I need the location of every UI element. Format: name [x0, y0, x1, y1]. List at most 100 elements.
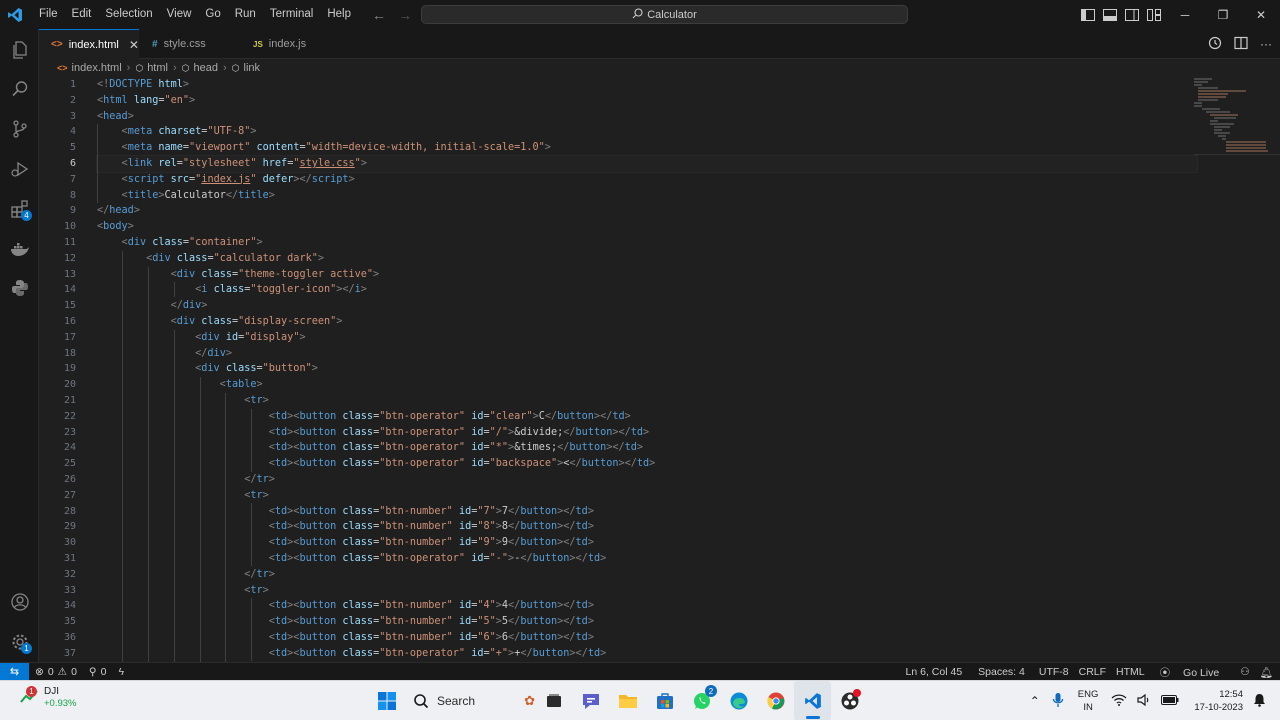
python-icon[interactable]: [0, 269, 39, 307]
go-live-button[interactable]: ⦿ Go Live: [1150, 665, 1230, 680]
search-view-icon[interactable]: [0, 70, 39, 108]
code-line[interactable]: <td><button class="btn-number" id="8">8<…: [97, 519, 1197, 535]
code-line[interactable]: <table>: [97, 377, 1197, 393]
code-line[interactable]: <tr>: [97, 393, 1197, 409]
volume-icon[interactable]: [1137, 693, 1151, 709]
copilot-icon[interactable]: ⚇: [1235, 666, 1254, 678]
timeline-history-icon[interactable]: [1208, 36, 1222, 53]
toggle-secondary-sidebar-icon[interactable]: [1124, 8, 1140, 22]
code-line[interactable]: </tr>: [97, 567, 1197, 583]
stock-widget[interactable]: 1 DJI +0.93%: [20, 685, 77, 710]
end-of-line[interactable]: CRLF: [1074, 666, 1111, 678]
close-window-icon[interactable]: ✕: [1242, 0, 1280, 29]
taskbar-clock[interactable]: 12:54 17-10-2023: [1194, 688, 1243, 714]
ports-indicator[interactable]: ⚲ 0: [89, 666, 107, 678]
code-line[interactable]: <div class="container">: [97, 235, 1197, 251]
source-control-icon[interactable]: [0, 110, 39, 148]
edge-browser-icon[interactable]: [720, 681, 757, 720]
more-actions-icon[interactable]: ···: [1260, 37, 1272, 51]
notifications-bell-icon[interactable]: 🔔︎: [1255, 666, 1278, 679]
code-line[interactable]: <div class="calculator dark">: [97, 251, 1197, 267]
code-line[interactable]: <head>: [97, 109, 1197, 125]
code-line[interactable]: <td><button class="btn-number" id="4">4<…: [97, 598, 1197, 614]
obs-recorder-icon[interactable]: [831, 681, 868, 720]
extensions-icon[interactable]: 4: [0, 190, 39, 228]
whatsapp-icon[interactable]: 2: [683, 681, 720, 720]
menu-edit[interactable]: Edit: [65, 0, 99, 29]
close-tab-icon[interactable]: ✕: [129, 38, 139, 52]
cursor-position[interactable]: Ln 6, Col 45: [901, 666, 968, 678]
lightning-icon[interactable]: ϟ: [118, 666, 124, 678]
vscode-taskbar-icon[interactable]: [794, 681, 831, 720]
toggle-primary-sidebar-icon[interactable]: [1080, 8, 1096, 22]
code-line[interactable]: <td><button class="btn-number" id="7">7<…: [97, 504, 1197, 520]
file-explorer-icon[interactable]: [609, 681, 646, 720]
code-line[interactable]: </div>: [97, 346, 1197, 362]
code-line[interactable]: </head>: [97, 203, 1197, 219]
code-line[interactable]: <td><button class="btn-operator" id="bac…: [97, 456, 1197, 472]
run-debug-icon[interactable]: [0, 150, 39, 188]
code-line[interactable]: <td><button class="btn-operator" id="+">…: [97, 646, 1197, 662]
code-line[interactable]: <td><button class="btn-operator" id="-">…: [97, 551, 1197, 567]
tab-index-html[interactable]: <> index.html ✕: [39, 29, 139, 59]
forward-arrow-icon[interactable]: →: [398, 7, 412, 23]
explorer-icon[interactable]: [0, 31, 39, 69]
maximize-icon[interactable]: ❐: [1204, 0, 1242, 29]
menu-help[interactable]: Help: [320, 0, 358, 29]
windows-start-icon[interactable]: [368, 681, 405, 720]
code-line[interactable]: <meta name="viewport" content="width=dev…: [97, 140, 1197, 156]
accounts-icon[interactable]: [0, 583, 39, 621]
customize-layout-icon[interactable]: [1146, 8, 1162, 22]
code-line[interactable]: <!DOCTYPE html>: [97, 77, 1197, 93]
menu-view[interactable]: View: [160, 0, 199, 29]
code-line[interactable]: <td><button class="btn-operator" id="*">…: [97, 440, 1197, 456]
code-line[interactable]: <i class="toggler-icon"></i>: [97, 282, 1197, 298]
code-line[interactable]: <html lang="en">: [97, 93, 1197, 109]
encoding[interactable]: UTF-8: [1034, 666, 1074, 678]
code-editor[interactable]: 1 2 3 4 5 6 7 8 9 10 11 12 13 14 15 16 17 18 19 20 21 22 23 24 2…: [39, 77, 1280, 662]
code-line[interactable]: <body>: [97, 219, 1197, 235]
menu-file[interactable]: File: [32, 0, 65, 29]
code-line[interactable]: <tr>: [97, 583, 1197, 599]
code-line[interactable]: <td><button class="btn-operator" id="cle…: [97, 409, 1197, 425]
code-line[interactable]: <div class="button">: [97, 361, 1197, 377]
chrome-browser-icon[interactable]: [757, 681, 794, 720]
code-line[interactable]: <title>Calculator</title>: [97, 188, 1197, 204]
code-line[interactable]: <tr>: [97, 488, 1197, 504]
back-arrow-icon[interactable]: ←: [372, 7, 386, 23]
taskbar-search[interactable]: Search ✿: [405, 686, 535, 716]
remote-indicator-icon[interactable]: ⇆: [0, 662, 29, 681]
microsoft-store-icon[interactable]: [646, 681, 683, 720]
battery-icon[interactable]: [1161, 694, 1179, 708]
breadcrumb-html[interactable]: html: [147, 62, 168, 74]
code-line[interactable]: <div class="theme-toggler active">: [97, 267, 1197, 283]
code-line[interactable]: <td><button class="btn-number" id="5">5<…: [97, 614, 1197, 630]
chevron-up-icon[interactable]: ⌃: [1030, 694, 1040, 708]
code-line[interactable]: <link rel="stylesheet" href="style.css">: [96, 154, 1198, 173]
breadcrumb-file[interactable]: index.html: [72, 62, 122, 74]
split-editor-icon[interactable]: [1234, 36, 1248, 53]
tab-index-js[interactable]: JS index.js: [241, 29, 339, 59]
wifi-icon[interactable]: [1111, 693, 1127, 709]
indentation[interactable]: Spaces: 4: [973, 666, 1030, 678]
code-line[interactable]: </div>: [97, 298, 1197, 314]
minimap[interactable]: [1194, 77, 1280, 167]
menu-run[interactable]: Run: [228, 0, 263, 29]
code-line[interactable]: <div class="display-screen">: [97, 314, 1197, 330]
menu-terminal[interactable]: Terminal: [263, 0, 320, 29]
breadcrumb-link[interactable]: link: [244, 62, 261, 74]
problems-indicator[interactable]: ⊗ 0 ⚠ 0: [35, 666, 77, 678]
toggle-panel-icon[interactable]: [1102, 8, 1118, 22]
manage-gear-icon[interactable]: 1: [0, 623, 39, 661]
code-line[interactable]: <script src="index.js" defer></script>: [97, 172, 1197, 188]
code-line[interactable]: <div id="display">: [97, 330, 1197, 346]
language-indicator[interactable]: ENG IN: [1078, 688, 1099, 714]
code-lines[interactable]: <!DOCTYPE html> <html lang="en"> <head> <m…: [96, 77, 1198, 662]
code-line[interactable]: <td><button class="btn-number" id="6">6<…: [97, 630, 1197, 646]
code-line[interactable]: <meta charset="UTF-8">: [97, 124, 1197, 140]
notification-center-icon[interactable]: [1253, 693, 1266, 710]
task-view-icon[interactable]: [535, 681, 572, 720]
docker-icon[interactable]: [0, 230, 39, 268]
menu-selection[interactable]: Selection: [98, 0, 159, 29]
tab-style-css[interactable]: # style.css: [140, 29, 240, 59]
